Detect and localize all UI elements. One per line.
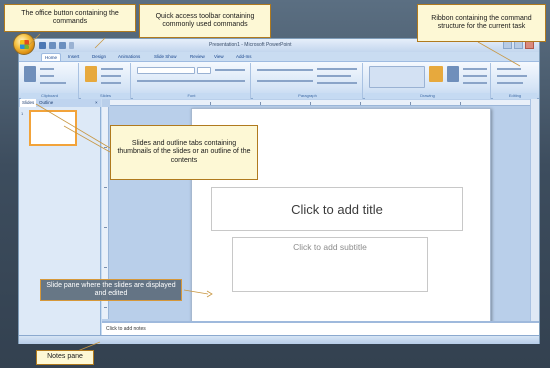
- leader-slide-pane: [183, 289, 209, 295]
- leader-outline-tab: [63, 125, 111, 153]
- callout-quick-access-toolbar: Quick access toolbar containing commonly…: [139, 4, 271, 38]
- leader-slides-tab: [35, 103, 111, 149]
- callout-slide-pane: Slide pane where the slides are displaye…: [40, 279, 182, 301]
- callout-ribbon: Ribbon containing the command structure …: [417, 4, 546, 42]
- leader-ribbon: [477, 41, 521, 67]
- callout-notes-pane: Notes pane: [36, 350, 94, 365]
- leader-office-button: [27, 33, 41, 47]
- callout-leaders: [27, 33, 521, 353]
- callout-slides-outline: Slides and outline tabs containing thumb…: [110, 125, 258, 180]
- leader-quick-access: [94, 37, 106, 49]
- callout-office-button: The office button containing the command…: [4, 4, 136, 32]
